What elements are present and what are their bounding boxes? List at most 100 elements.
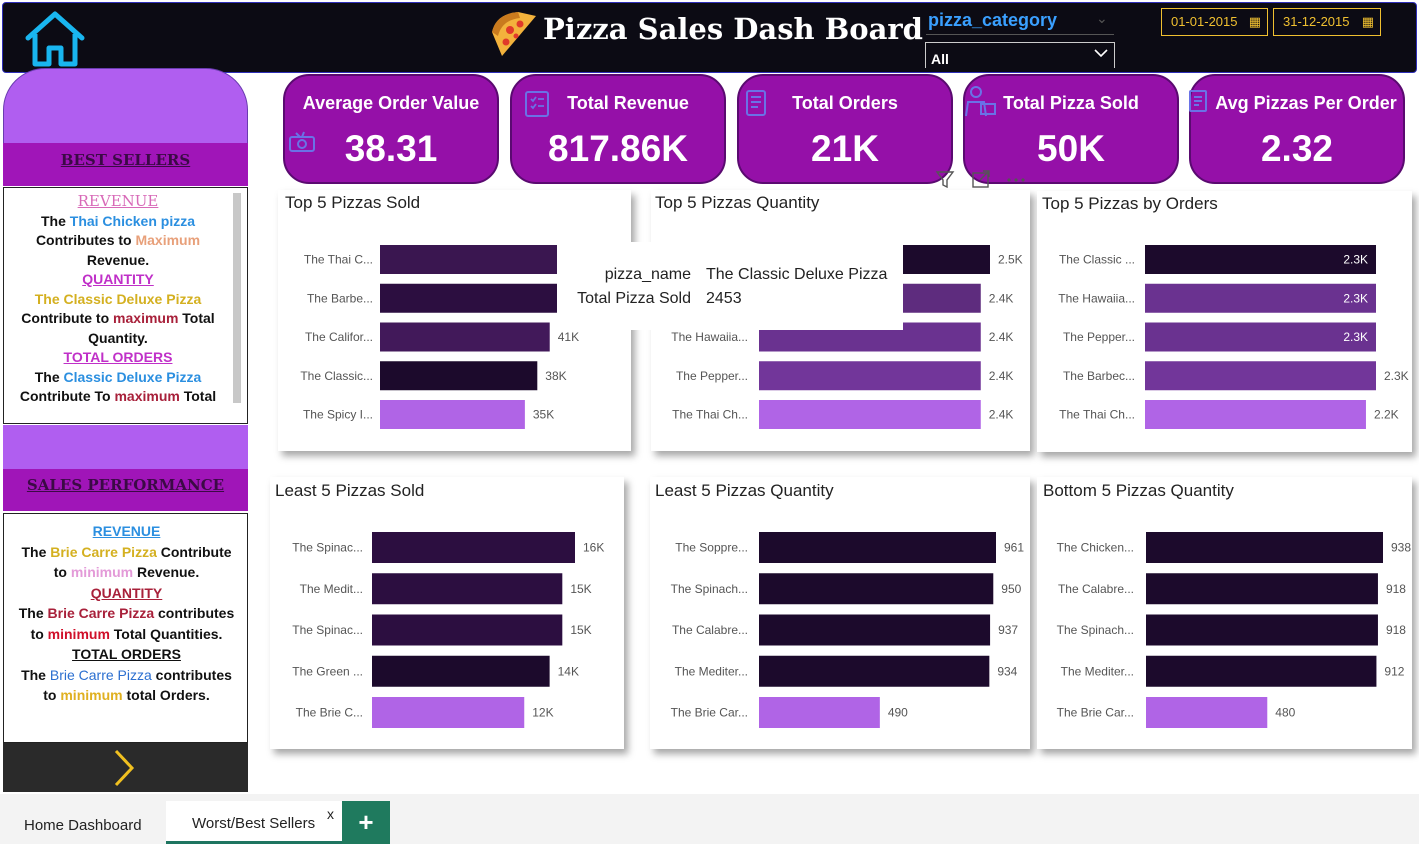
start-date-value: 01-01-2015 bbox=[1171, 14, 1238, 29]
chevron-down-icon[interactable] bbox=[1093, 47, 1109, 59]
home-icon[interactable] bbox=[22, 8, 88, 68]
filter-icon[interactable] bbox=[934, 168, 956, 190]
bar[interactable] bbox=[380, 322, 550, 352]
more-options-icon[interactable] bbox=[1004, 170, 1028, 190]
kpi-card-total-orders: Total Orders 21K bbox=[737, 74, 953, 184]
bar[interactable] bbox=[759, 697, 880, 728]
tab-label: Worst/Best Sellers bbox=[192, 815, 316, 832]
end-date-value: 31-12-2015 bbox=[1283, 14, 1350, 29]
chart-panel-least-quantity[interactable]: Least 5 Pizzas Quantity The Soppre... 961… bbox=[650, 477, 1030, 749]
bar[interactable] bbox=[1146, 573, 1378, 605]
dashboard-title: Pizza Sales Dash Board bbox=[543, 12, 923, 46]
bar-data-label: 41K bbox=[558, 330, 579, 344]
sales-performance-title: SALES PERFORMANCE bbox=[26, 476, 225, 494]
bar-data-label: 16K bbox=[583, 541, 604, 555]
best-text: Revenue. bbox=[86, 251, 150, 268]
best-text: Total bbox=[178, 310, 215, 326]
perf-orders-heading: TOTAL ORDERS bbox=[72, 646, 181, 662]
category-dropdown[interactable] bbox=[925, 42, 1115, 68]
bar-data-label: 2.2K bbox=[1374, 408, 1399, 422]
best-quantity-heading: QUANTITY bbox=[82, 271, 154, 287]
bar[interactable] bbox=[1145, 400, 1366, 429]
kpi-label: Total Pizza Sold bbox=[1003, 93, 1139, 113]
bar[interactable] bbox=[759, 532, 996, 563]
close-tab-button[interactable]: x bbox=[327, 806, 334, 822]
bar[interactable] bbox=[1146, 614, 1378, 646]
bar[interactable] bbox=[372, 697, 525, 728]
left-panel-header bbox=[3, 68, 248, 150]
bar-category-label: The Thai Ch... bbox=[1059, 408, 1135, 422]
tab-worst-best-sellers[interactable]: Worst/Best Sellers bbox=[166, 801, 342, 844]
pizza-slice-icon bbox=[492, 12, 536, 56]
bar-data-label: 2.3K bbox=[1343, 330, 1368, 344]
best-pizza-name: Classic Deluxe Pizza bbox=[63, 368, 202, 385]
perf-text: The bbox=[21, 543, 51, 560]
kpi-value: 2.32 bbox=[1260, 128, 1333, 169]
bar[interactable] bbox=[1146, 697, 1268, 728]
bar[interactable] bbox=[759, 573, 994, 605]
chevron-down-icon[interactable]: ⌄ bbox=[1096, 10, 1108, 27]
tooltip-label: pizza_name bbox=[604, 266, 691, 283]
end-date-input[interactable]: 31-12-2015 ▦ bbox=[1273, 8, 1381, 36]
bar[interactable] bbox=[1145, 322, 1376, 352]
bar[interactable] bbox=[1145, 245, 1376, 274]
bar[interactable] bbox=[380, 400, 525, 429]
bar-data-label: 490 bbox=[888, 706, 908, 720]
bar-data-label: 2.5K bbox=[998, 253, 1023, 267]
bar-category-label: The Pepper... bbox=[1063, 330, 1135, 344]
bar[interactable] bbox=[759, 614, 991, 646]
tooltip-value: 2453 bbox=[706, 290, 742, 307]
perf-text: Contribute bbox=[156, 543, 232, 560]
bar[interactable] bbox=[372, 614, 563, 646]
bar[interactable] bbox=[1146, 532, 1383, 563]
bar[interactable] bbox=[1145, 361, 1376, 391]
bar[interactable] bbox=[1145, 283, 1376, 313]
bar[interactable] bbox=[759, 655, 990, 687]
bar[interactable] bbox=[1146, 655, 1377, 687]
visual-header-toolbar bbox=[930, 164, 1030, 194]
chevron-right-icon[interactable] bbox=[108, 748, 138, 788]
bar-category-label: The Mediter... bbox=[1061, 664, 1134, 678]
best-text: Total bbox=[179, 388, 217, 404]
bar[interactable] bbox=[759, 361, 981, 391]
focus-mode-icon[interactable] bbox=[970, 168, 992, 190]
best-text: The bbox=[34, 368, 64, 385]
bar[interactable] bbox=[380, 245, 558, 274]
best-text: Contribute to bbox=[21, 310, 114, 326]
chart-panel-bottom-quantity[interactable]: Bottom 5 Pizzas Quantity The Chicken... 9… bbox=[1037, 477, 1412, 749]
calendar-icon[interactable]: ▦ bbox=[1249, 9, 1261, 35]
start-date-input[interactable]: 01-01-2015 ▦ bbox=[1161, 8, 1268, 36]
bar[interactable] bbox=[372, 655, 550, 687]
bar[interactable] bbox=[372, 573, 563, 605]
add-page-button[interactable]: + bbox=[342, 801, 390, 844]
bar-data-label: 2.4K bbox=[989, 369, 1014, 383]
bar-category-label: The Brie Car... bbox=[671, 706, 748, 720]
bar[interactable] bbox=[380, 283, 558, 313]
bar-data-label: 2.4K bbox=[989, 330, 1014, 344]
best-pizza-name: The Classic Deluxe Pizza bbox=[34, 290, 202, 307]
bar-category-label: The Calabre... bbox=[1058, 582, 1134, 596]
scrollbar[interactable] bbox=[233, 193, 241, 403]
bar-category-label: The Chicken... bbox=[1057, 541, 1134, 555]
chart-title: Top 5 Pizzas Quantity bbox=[655, 193, 820, 212]
chart-panel-least-sold[interactable]: Least 5 Pizzas Sold The Spinac... 16K The … bbox=[270, 477, 624, 749]
bar[interactable] bbox=[372, 532, 575, 563]
bar-category-label: The Pepper... bbox=[676, 369, 748, 383]
best-highlight: Maximum bbox=[135, 232, 201, 248]
tab-home-dashboard[interactable]: Home Dashboard bbox=[24, 817, 142, 834]
chart-title: Least 5 Pizzas Quantity bbox=[655, 481, 834, 500]
tooltip-label: Total Pizza Sold bbox=[577, 290, 691, 307]
kpi-label: Total Revenue bbox=[567, 93, 689, 113]
calendar-icon[interactable]: ▦ bbox=[1362, 9, 1374, 35]
bar-category-label: The Classic ... bbox=[1059, 253, 1135, 267]
bar[interactable] bbox=[380, 361, 538, 391]
kpi-value: 38.31 bbox=[344, 128, 438, 169]
perf-pizza-name: Brie Carre Pizza bbox=[49, 666, 152, 683]
bar[interactable] bbox=[759, 400, 981, 429]
bar-data-label: 12K bbox=[532, 706, 553, 720]
best-text: The bbox=[40, 212, 70, 229]
bar-data-label: 38K bbox=[545, 369, 566, 383]
kpi-card-avg-order-value: Average Order Value 38.31 bbox=[283, 74, 499, 184]
chart-panel-top-orders[interactable]: Top 5 Pizzas by Orders The Classic ... 2.… bbox=[1037, 191, 1412, 452]
kpi-label: Avg Pizzas Per Order bbox=[1215, 93, 1397, 113]
